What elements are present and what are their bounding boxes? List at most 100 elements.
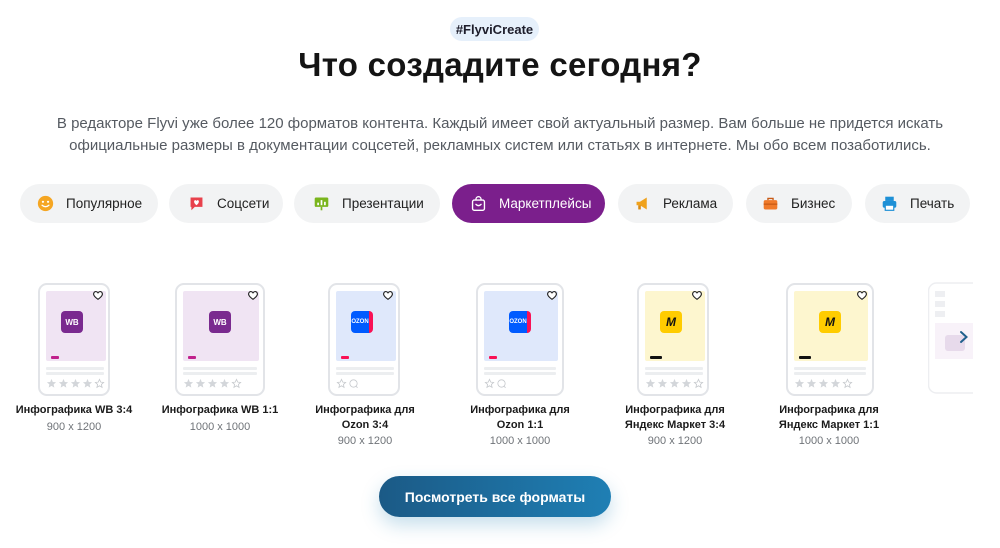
placeholder-line — [46, 372, 104, 375]
thumbnail-accent — [650, 356, 662, 359]
tab-marketplaces[interactable]: Маркетплейсы — [452, 184, 605, 223]
format-size: 900 x 1200 — [46, 421, 102, 433]
tab-business[interactable]: Бизнес — [746, 184, 852, 223]
rating-stars — [484, 378, 507, 389]
star-icon — [70, 378, 81, 388]
chat-icon — [497, 379, 506, 388]
rating-stars — [46, 378, 105, 389]
format-size: 900 x 1200 — [647, 435, 703, 447]
format-name: Инфографика для Ozon 1:1 — [470, 404, 570, 431]
format-card-ozon-3-4[interactable]: OZON — [328, 283, 400, 396]
placeholder-line — [794, 367, 866, 370]
format-size: 1000 x 1000 — [798, 435, 860, 447]
page-title: Что создадите сегодня? — [298, 46, 702, 83]
placeholder-line — [183, 372, 257, 375]
format-card-yandex-market-3-4[interactable]: M — [637, 283, 709, 396]
star-icon — [231, 378, 242, 389]
format-card-wb-1-1[interactable]: WB — [175, 283, 265, 396]
heart-icon[interactable] — [382, 289, 394, 301]
thumbnail-accent — [341, 356, 349, 359]
format-name: Инфографика для Яндекс Маркет 1:1 — [778, 404, 880, 431]
star-icon — [336, 378, 347, 389]
wildberries-logo: WB — [61, 311, 83, 333]
star-icon — [195, 378, 206, 388]
placeholder-line — [336, 372, 394, 375]
tab-label: Маркетплейсы — [499, 196, 592, 211]
rating-stars — [336, 378, 359, 389]
tab-label: Презентации — [342, 196, 424, 211]
star-icon — [82, 378, 93, 388]
shopping-bag-icon — [469, 195, 487, 213]
hashtag-badge: #FlyviCreate — [450, 17, 539, 41]
star-icon — [681, 378, 692, 388]
ozon-logo: OZON — [351, 311, 373, 333]
briefcase-icon — [761, 195, 779, 213]
format-size: 1000 x 1000 — [189, 421, 251, 433]
heart-icon[interactable] — [247, 289, 259, 301]
star-icon — [657, 378, 668, 388]
format-size: 1000 x 1000 — [489, 435, 551, 447]
tab-advertising[interactable]: Реклама — [618, 184, 733, 223]
tab-presentations[interactable]: Презентации — [294, 184, 440, 223]
tab-label: Печать — [910, 196, 955, 211]
star-icon — [207, 378, 218, 388]
star-icon — [46, 378, 57, 388]
star-icon — [669, 378, 680, 388]
tab-social[interactable]: Соцсети — [169, 184, 283, 223]
rating-stars — [183, 378, 242, 389]
wildberries-logo: WB — [209, 311, 231, 333]
chat-icon — [349, 379, 358, 388]
tab-popular[interactable]: Популярное — [20, 184, 158, 223]
star-icon — [645, 378, 656, 388]
star-icon — [94, 378, 105, 389]
star-icon — [58, 378, 69, 388]
description-line-1: В редакторе Flyvi уже более 120 форматов… — [56, 115, 944, 132]
format-size: 900 x 1200 — [337, 435, 393, 447]
star-icon — [219, 378, 230, 388]
smile-icon — [36, 195, 54, 213]
printer-icon — [880, 195, 898, 213]
star-icon — [830, 378, 841, 388]
star-icon — [484, 378, 495, 389]
yandex-market-logo: M — [660, 311, 682, 333]
format-card-ozon-1-1[interactable]: OZON — [476, 283, 564, 396]
placeholder-line — [46, 367, 104, 370]
tab-label: Бизнес — [791, 196, 836, 211]
ozon-logo: OZON — [509, 311, 531, 333]
format-name: Инфографика для Яндекс Маркет 3:4 — [624, 404, 726, 431]
category-tabs: Популярное Соцсети Презентации Маркетпле… — [0, 184, 1000, 224]
placeholder-line — [794, 372, 866, 375]
heart-bubble-icon — [187, 195, 205, 213]
placeholder-line — [645, 367, 703, 370]
carousel-next-button[interactable] — [956, 328, 972, 346]
chevron-right-icon — [960, 331, 968, 343]
heart-icon[interactable] — [546, 289, 558, 301]
placeholder-line — [484, 372, 556, 375]
format-card-yandex-market-1-1[interactable]: M — [786, 283, 874, 396]
tab-label: Соцсети — [217, 196, 270, 211]
star-icon — [693, 378, 704, 389]
thumbnail-accent — [51, 356, 59, 359]
format-name: Инфографика WB 3:4 — [15, 404, 133, 416]
tab-print[interactable]: Печать — [865, 184, 970, 223]
heart-icon[interactable] — [691, 289, 703, 301]
thumbnail-accent — [188, 356, 196, 359]
yandex-market-logo: M — [819, 311, 841, 333]
format-card-wb-3-4[interactable]: WB — [38, 283, 110, 396]
star-icon — [183, 378, 194, 388]
description-line-2: официальные размеры в документации соцсе… — [69, 137, 931, 154]
rating-stars — [794, 378, 853, 389]
star-icon — [794, 378, 805, 388]
heart-icon[interactable] — [856, 289, 868, 301]
format-name: Инфографика для Ozon 3:4 — [315, 404, 415, 431]
placeholder-line — [336, 367, 394, 370]
page-description: В редакторе Flyvi уже более 120 форматов… — [30, 113, 970, 157]
heart-icon[interactable] — [92, 289, 104, 301]
rating-stars — [645, 378, 704, 389]
tab-label: Популярное — [66, 196, 143, 211]
placeholder-line — [484, 367, 556, 370]
view-all-formats-button[interactable]: Посмотреть все форматы — [379, 476, 611, 517]
star-icon — [818, 378, 829, 388]
format-name: Инфографика WB 1:1 — [161, 404, 279, 416]
thumbnail-accent — [799, 356, 811, 359]
